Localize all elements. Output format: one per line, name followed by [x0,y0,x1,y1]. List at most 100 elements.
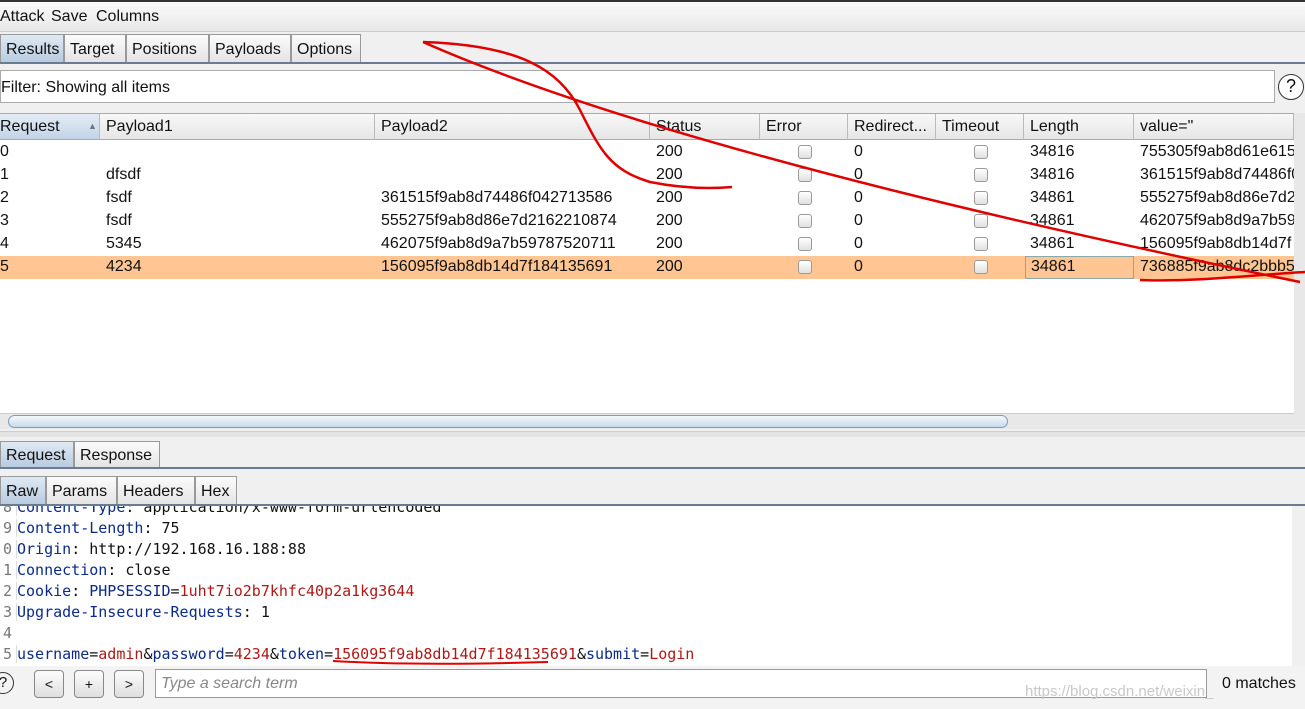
table-row[interactable]: 1 dfsdf 200 0 34816 361515f9ab8d74486f0 [0,164,1294,187]
redirect-cell: 0 [854,189,863,206]
punctuation: = [89,645,99,663]
table-row[interactable]: 3 fsdf 555275f9ab8d86e7d2162210874 200 0 3486… [0,210,1294,233]
vertical-scrollbar[interactable] [1294,113,1305,429]
raw-request-editor[interactable]: 8 Content-Type: application/x-www-form-ur… [0,506,1292,666]
status-cell: 200 [656,212,683,229]
value-cell: 555275f9ab8d86e7d2 [1140,189,1294,206]
table-row[interactable]: 4 5345 462075f9ab8d9a7b59787520711 200 0 3486… [0,233,1294,256]
column-header[interactable]: Redirect... [848,114,936,140]
tab-results[interactable]: Results [0,34,64,62]
timeout-checkbox [974,168,988,182]
status-cell: 200 [656,143,683,160]
value-cell: 462075f9ab8d9a7b59 [1140,212,1294,229]
tab-headers[interactable]: Headers [117,476,195,504]
code-line: Origin: http://192.168.16.188:88 [16,540,306,558]
payload1-cell: fsdf [106,212,132,229]
help-icon[interactable]: ? [1278,74,1304,100]
punctuation: : [71,582,90,600]
column-header[interactable]: value=" [1134,114,1294,140]
line-number: 8 [2,506,12,516]
horizontal-scrollbar[interactable] [0,413,1294,429]
column-header[interactable]: Length [1024,114,1134,140]
menu-save[interactable]: Save [51,8,87,26]
sort-ascending-icon: ▲ [88,121,97,131]
add-button[interactable]: + [74,670,104,698]
value-cell: 156095f9ab8db14d7f [1140,235,1292,252]
table-row[interactable]: 5 4234 156095f9ab8db14d7f184135691 200 0 3486… [0,256,1294,279]
length-cell: 34861 [1030,212,1075,229]
param-key: Cookie [17,582,72,600]
code-line: Connection: close [16,561,171,579]
column-header[interactable]: Timeout [936,114,1024,140]
column-header[interactable]: Payload2 [375,114,650,140]
tab-response[interactable]: Response [74,441,160,467]
menu-bar: Attack Save Columns [0,0,1305,32]
previous-button[interactable]: < [34,670,64,698]
tab-raw[interactable]: Raw [0,476,46,504]
help-icon[interactable]: ? [0,672,14,694]
payload1-cell: fsdf [106,189,132,206]
code-line: Content-Type: application/x-www-form-url… [16,506,441,516]
punctuation: : 75 [143,519,180,537]
request-cell: 5 [0,258,9,275]
split-divider[interactable] [0,431,1305,437]
length-cell: 34861 [1030,189,1075,206]
request-cell: 4 [0,235,9,252]
punctuation: = [224,645,234,663]
param-key: Connection [17,561,108,579]
table-row[interactable]: 0 200 0 34816 755305f9ab8d61e615 [0,141,1294,164]
punctuation: : close [107,561,171,579]
param-key: submit [585,645,641,663]
error-checkbox [798,237,812,251]
param-value: 4234 [233,645,270,663]
table-row[interactable]: 2 fsdf 361515f9ab8d74486f042713586 200 0 3486… [0,187,1294,210]
redirect-cell: 0 [854,235,863,252]
timeout-checkbox [974,214,988,228]
tab-payloads[interactable]: Payloads [209,34,291,62]
request-cell: 3 [0,212,9,229]
payload2-cell: 462075f9ab8d9a7b59787520711 [381,235,616,252]
request-cell: 1 [0,166,9,183]
status-cell: 200 [656,235,683,252]
line-number: 1 [2,561,12,579]
scrollbar-thumb[interactable] [8,415,1008,428]
param-value: 156095f9ab8db14d7f184135691 [333,645,577,663]
status-cell: 200 [656,258,683,275]
tab-request[interactable]: Request [0,441,74,467]
next-button[interactable]: > [114,670,144,698]
column-header[interactable]: Payload1 [100,114,375,140]
payload2-cell: 361515f9ab8d74486f042713586 [381,189,613,206]
search-bar: ? < + > Type a search term https://blog.… [0,666,1305,709]
param-key: Origin [17,540,72,558]
param-value: Login [649,645,695,663]
punctuation: & [576,645,586,663]
param-key: Content-Length [17,519,144,537]
redirect-cell: 0 [854,258,863,275]
column-header[interactable]: Status [650,114,760,140]
column-header[interactable]: Error [760,114,848,140]
value-cell: 736885f9ab8dc2bbb5 [1140,258,1294,275]
results-table: Request ▲ Payload1 Payload2 Status Error Redir… [0,113,1294,413]
tab-hex[interactable]: Hex [195,476,237,504]
tab-options[interactable]: Options [291,34,361,62]
redirect-cell: 0 [854,143,863,160]
tab-params[interactable]: Params [46,476,117,504]
timeout-checkbox [974,260,988,274]
param-key: Content-Type [17,506,126,516]
param-key: password [152,645,225,663]
menu-attack[interactable]: Attack [0,8,44,26]
filter-bar[interactable]: Filter: Showing all items [0,70,1275,103]
error-checkbox [798,191,812,205]
payload2-cell: 156095f9ab8db14d7f184135691 [381,258,613,275]
menu-columns[interactable]: Columns [96,8,159,26]
tab-positions[interactable]: Positions [126,34,209,62]
payload2-cell: 555275f9ab8d86e7d2162210874 [381,212,617,229]
param-key: username [17,645,90,663]
code-line: username=admin&password=4234&token=15609… [16,645,694,663]
column-header[interactable]: Request [0,114,100,140]
tab-target[interactable]: Target [64,34,126,62]
length-cell: 34816 [1030,166,1075,183]
view-tabs: Raw Params Headers Hex [0,476,1305,506]
punctuation: = [640,645,650,663]
punctuation: : http://192.168.16.188:88 [71,540,306,558]
